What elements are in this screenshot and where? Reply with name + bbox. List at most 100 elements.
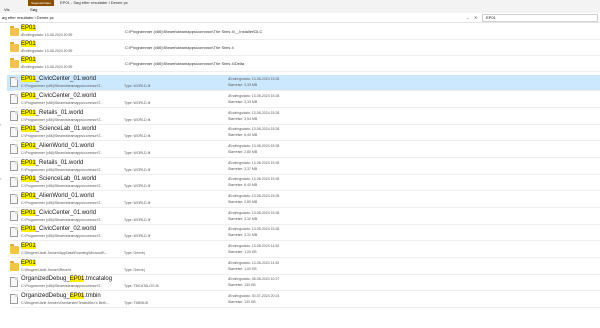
file-icon — [10, 144, 18, 154]
row-divider — [11, 90, 600, 91]
result-name[interactable]: EP01_CivicCenter_02.world — [21, 226, 96, 233]
result-name[interactable]: EP01_Retails_01.world — [21, 160, 83, 167]
result-type: Type: WORLD-fil — [124, 84, 151, 88]
result-name[interactable]: EP01_CivicCenter_01.world — [21, 210, 96, 217]
result-name[interactable]: EP01_AlienWorld_01.world — [21, 193, 94, 200]
search-result-row[interactable]: EP01_Retails_01.world C:\Programmer (x86)… — [7, 109, 600, 125]
result-name[interactable]: EP01_CivicCenter_01.world — [21, 76, 96, 83]
search-result-row[interactable]: EP01 C:\Brugere\Jarle Jensen\Recent Type: … — [7, 259, 600, 275]
search-result-row[interactable]: EP01_AlienWorld_01.world C:\Programmer (x… — [7, 142, 600, 158]
result-name[interactable]: EP01_ScienceLab_01.world — [21, 176, 96, 183]
search-result-row[interactable]: EP01_ScienceLab_01.world C:\Programmer (x… — [7, 175, 600, 191]
row-divider — [11, 71, 600, 72]
search-result-row[interactable]: EP01 C:\Brugere\Jarle Jensen\AppData\Roam… — [7, 242, 600, 258]
row-divider — [11, 157, 600, 158]
search-match-highlight: EP01 — [69, 276, 85, 282]
result-size: Størrelse: 1,00 KB — [228, 267, 257, 271]
result-size: Størrelse: 3,32 MB — [228, 217, 258, 221]
folder-icon — [10, 261, 19, 271]
search-result-row[interactable]: EP01_Retails_01.world C:\Programmer (x86)… — [7, 159, 600, 175]
search-match-highlight: EP01 — [21, 193, 36, 199]
row-divider — [11, 290, 600, 291]
result-subtext: Ændringsdato: 13-08-2024 20:59 — [21, 33, 73, 37]
search-result-row[interactable]: EP01_CivicCenter_01.world C:\Programmer (… — [7, 209, 600, 225]
search-result-row[interactable]: OrganizedDebug_EP01.tmbin C:\Brugere\Jarl… — [7, 292, 600, 308]
search-result-row[interactable]: EP01 Ændringsdato: 13-08-2024 20:59 C:\Pro… — [7, 40, 600, 56]
result-name[interactable]: EP01 — [21, 243, 36, 250]
search-match-highlight: EP01 — [21, 25, 36, 31]
result-size: Størrelse: 3,31 MB — [228, 233, 258, 237]
search-input[interactable]: EP01 — [482, 14, 598, 22]
result-size: Størrelse: 2,80 MB — [228, 200, 258, 204]
result-size: Størrelse: 6,40 MB — [228, 183, 258, 187]
result-modified-date: Ændringsdato: 13-08-2024 15:28 — [228, 111, 280, 115]
search-result-row[interactable]: EP01 Ændringsdato: 13-08-2024 20:59 C:\Pro… — [7, 24, 600, 40]
search-match-highlight: EP01 — [21, 41, 36, 47]
address-bar[interactable]: øg efter resultater i Denne pc ⌄ ✕ EP01 — [0, 13, 600, 23]
file-icon — [10, 77, 18, 87]
search-result-row[interactable]: EP01 Ændringsdato: 13-08-2024 20:59 C:\Pro… — [7, 56, 600, 72]
result-location: C:\Programmer (x86)\Steam\steamapps\comm… — [125, 61, 245, 66]
result-location: C:\Programmer (x86)\Steam\steamapps\comm… — [125, 45, 234, 50]
result-type: Type: WORLD-fil — [124, 168, 151, 172]
result-modified-date: Ændringsdato: 13-08-2024 15:28 — [228, 194, 280, 198]
row-divider — [11, 240, 600, 241]
row-divider — [11, 190, 600, 191]
close-icon[interactable]: ✕ — [474, 15, 477, 21]
result-name[interactable]: EP01 — [21, 41, 36, 48]
result-type: Type: WORLD-fil — [124, 134, 151, 138]
ribbon-tab-search[interactable]: Søg — [30, 6, 37, 13]
result-subtext: C:\Brugere\Jarle Jensen\Overførsler\Test… — [21, 301, 109, 305]
search-match-highlight: EP01 — [21, 76, 36, 82]
file-icon — [10, 111, 18, 121]
result-size: Størrelse: 3,33 MB — [228, 83, 258, 87]
result-name-prefix: OrganizedDebug_ — [21, 276, 70, 282]
folder-icon — [10, 58, 19, 68]
file-icon — [10, 294, 18, 304]
expand-arrow-icon[interactable]: › — [0, 176, 1, 181]
result-subtext: C:\Programmer (x86)\Steam\steamapps\comm… — [21, 151, 104, 155]
result-size: Størrelse: 3,37 MB — [228, 167, 258, 171]
search-result-row[interactable]: EP01_AlienWorld_01.world C:\Programmer (x… — [7, 192, 600, 208]
result-name[interactable]: EP01 — [21, 260, 36, 267]
result-modified-date: Ændringsdato: 13-08-2024 14:52 — [228, 261, 280, 265]
result-name[interactable]: EP01_CivicCenter_02.world — [21, 93, 96, 100]
result-name-suffix: _CivicCenter_01.world — [35, 76, 97, 82]
result-name[interactable]: EP01 — [21, 25, 36, 32]
chevron-down-icon[interactable]: ⌄ — [466, 15, 469, 21]
search-match-highlight: EP01 — [21, 126, 36, 132]
result-type: Type: TMBIN-fil — [124, 301, 149, 305]
search-match-highlight: EP01 — [21, 57, 36, 63]
search-match-highlight: EP01 — [21, 93, 36, 99]
ribbon-tab-view[interactable]: Vis — [4, 6, 9, 13]
result-name[interactable]: OrganizedDebug_EP01.tmbin — [21, 293, 101, 300]
file-icon — [10, 194, 18, 204]
result-size: Størrelse: 2,80 MB — [228, 150, 258, 154]
folder-icon — [10, 244, 19, 254]
result-name[interactable]: EP01_AlienWorld_01.world — [21, 143, 94, 150]
result-name-suffix: _Retails_01.world — [35, 160, 84, 166]
search-results-list: EP01 Ændringsdato: 13-08-2024 20:59 C:\Pro… — [7, 24, 600, 328]
address-path[interactable]: øg efter resultater i Denne pc — [2, 15, 54, 21]
result-modified-date: Ændringsdato: 13-08-2024 14:52 — [228, 244, 280, 248]
result-name[interactable]: EP01_ScienceLab_01.world — [21, 126, 96, 133]
search-result-row[interactable]: EP01_CivicCenter_02.world C:\Programmer (… — [7, 225, 600, 241]
result-type: Type: WORLD-fil — [124, 151, 151, 155]
result-name-suffix: _CivicCenter_01.world — [35, 210, 97, 216]
expand-arrow-icon[interactable]: › — [0, 122, 1, 127]
result-size: Størrelse: 3,54 MB — [228, 117, 258, 121]
row-divider — [11, 107, 600, 108]
result-subtext: C:\Programmer (x86)\Steam\steamapps\comm… — [21, 101, 104, 105]
result-name[interactable]: OrganizedDebug_EP01.tmcatalog — [21, 276, 112, 283]
search-result-row[interactable]: EP01_CivicCenter_02.world C:\Programmer (… — [7, 92, 600, 108]
result-subtext: C:\Programmer (x86)\Steam\steamapps\comm… — [21, 168, 104, 172]
navigation-pane: › › — [0, 24, 7, 328]
search-result-row[interactable]: OrganizedDebug_EP01.tmcatalog C:\Programm… — [7, 275, 600, 291]
result-modified-date: Ændringsdato: 13-08-2024 15:28 — [228, 177, 280, 181]
search-result-row[interactable]: EP01_CivicCenter_01.world C:\Programmer (… — [7, 75, 600, 91]
result-name[interactable]: EP01_Retails_01.world — [21, 110, 83, 117]
result-name[interactable]: EP01 — [21, 57, 36, 64]
result-size: Størrelse: 6,40 MB — [228, 133, 258, 137]
result-modified-date: Ændringsdato: 13-08-2024 15:28 — [228, 161, 280, 165]
search-result-row[interactable]: EP01_ScienceLab_01.world C:\Programmer (x… — [7, 125, 600, 141]
